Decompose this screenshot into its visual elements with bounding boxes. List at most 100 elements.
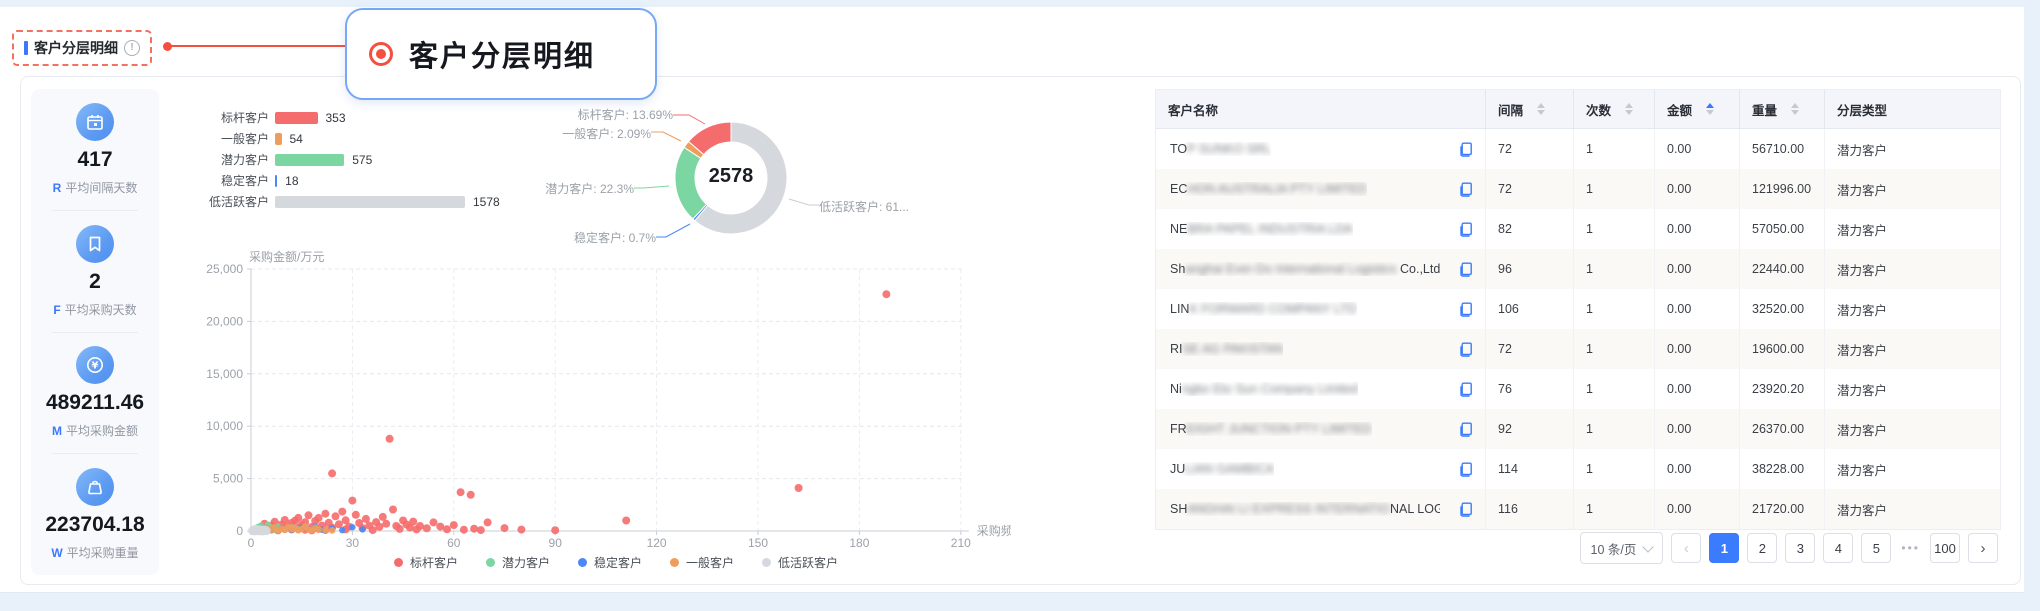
customer-name-cell: ECHON AUSTRALIA PTY LIMITED: [1156, 169, 1486, 209]
sort-carets[interactable]: [1625, 103, 1633, 115]
table-body: TOP SUNKO SRL7210.0056710.00潜力客户ECHON AU…: [1156, 129, 2000, 529]
legend-label: 标杆客户: [410, 554, 458, 571]
cell-interval: 76: [1486, 369, 1574, 409]
customer-doc-icon[interactable]: [1459, 222, 1473, 237]
customer-doc-icon[interactable]: [1459, 462, 1473, 477]
customer-name: LINK FORWARD COMPANY LTD: [1170, 302, 1357, 316]
page-button-4[interactable]: 4: [1823, 533, 1853, 563]
kpi-label: R平均间隔天数: [53, 179, 138, 196]
sort-carets[interactable]: [1791, 103, 1799, 115]
svg-text:¥: ¥: [92, 361, 99, 372]
legend-item-潜力客户[interactable]: 潜力客户: [486, 554, 550, 571]
column-header-次数[interactable]: 次数: [1574, 90, 1655, 128]
cell-weight: 56710.00: [1740, 129, 1825, 169]
column-header-label: 金额: [1667, 100, 1692, 119]
column-header-客户名称: 客户名称: [1156, 90, 1486, 128]
cell-times: 1: [1574, 209, 1655, 249]
column-header-重量[interactable]: 重量: [1740, 90, 1825, 128]
sort-carets[interactable]: [1706, 103, 1714, 115]
svg-text:10,000: 10,000: [206, 419, 243, 433]
next-page-button[interactable]: ›: [1968, 533, 1998, 563]
page-button-1[interactable]: 1: [1709, 533, 1739, 563]
svg-text:25,000: 25,000: [206, 262, 243, 276]
page-button-5[interactable]: 5: [1861, 533, 1891, 563]
customer-name-cell: FREIGHT JUNCTION PTY LIMITED: [1156, 409, 1486, 449]
bar-value: 54: [290, 132, 303, 146]
weight-icon: [76, 468, 114, 506]
svg-text:15,000: 15,000: [206, 367, 243, 381]
sort-caret-up-icon[interactable]: [1791, 103, 1799, 108]
page-size-select[interactable]: 10 条/页: [1580, 532, 1664, 564]
bar-row-2: 潜力客户575: [181, 149, 611, 170]
legend-item-一般客户[interactable]: 一般客户: [670, 554, 734, 571]
customer-doc-icon[interactable]: [1459, 502, 1473, 517]
cell-tier: 潜力客户: [1825, 329, 2000, 369]
cell-interval: 116: [1486, 489, 1574, 529]
customer-doc-icon[interactable]: [1459, 262, 1473, 277]
cell-amount: 0.00: [1655, 209, 1740, 249]
column-header-间隔[interactable]: 间隔: [1486, 90, 1574, 128]
customer-doc-icon[interactable]: [1459, 182, 1473, 197]
redacted-name-part: ngbo Eto Sun Company Limited: [1182, 382, 1359, 396]
bar-rect: [275, 112, 318, 124]
sort-caret-down-icon[interactable]: [1706, 110, 1714, 115]
legend-item-低活跃客户[interactable]: 低活跃客户: [762, 554, 838, 571]
page-size-label: 10 条/页: [1591, 539, 1637, 558]
customer-doc-icon[interactable]: [1459, 302, 1473, 317]
page-button-3[interactable]: 3: [1785, 533, 1815, 563]
page-button-2[interactable]: 2: [1747, 533, 1777, 563]
table-header: 客户名称间隔次数金额重量分层类型: [1156, 90, 2000, 129]
column-header-label: 次数: [1586, 100, 1611, 119]
cell-amount: 0.00: [1655, 329, 1740, 369]
sort-caret-up-icon[interactable]: [1706, 103, 1714, 108]
customer-name-cell: JULIAN GAMBICA: [1156, 449, 1486, 489]
sort-caret-down-icon[interactable]: [1625, 110, 1633, 115]
donut-total: 2578: [646, 165, 816, 188]
svg-text:0: 0: [248, 536, 255, 550]
table-row: NEBRA PAPEL INDUSTRIA LDA8210.0057050.00…: [1156, 209, 2000, 249]
bar-value: 575: [352, 153, 372, 167]
cell-tier: 潜力客户: [1825, 249, 2000, 289]
sort-caret-up-icon[interactable]: [1625, 103, 1633, 108]
customer-doc-icon[interactable]: [1459, 342, 1473, 357]
cell-weight: 21720.00: [1740, 489, 1825, 529]
annotation-callout: 客户分层明细: [345, 8, 657, 100]
info-icon[interactable]: !: [124, 40, 140, 56]
kpi-item-W: 223704.18W平均采购重量: [45, 468, 144, 561]
cell-interval: 72: [1486, 329, 1574, 369]
cell-tier: 潜力客户: [1825, 209, 2000, 249]
cell-amount: 0.00: [1655, 129, 1740, 169]
column-header-金额[interactable]: 金额: [1655, 90, 1740, 128]
cell-amount: 0.00: [1655, 369, 1740, 409]
svg-text:0: 0: [236, 524, 243, 538]
sort-caret-down-icon[interactable]: [1537, 110, 1545, 115]
redacted-name-part: LIAN GAMBICA: [1185, 462, 1274, 476]
cell-interval: 92: [1486, 409, 1574, 449]
customer-doc-icon[interactable]: [1459, 382, 1473, 397]
customer-doc-icon[interactable]: [1459, 422, 1473, 437]
scatter-legend: 标杆客户 潜力客户 稳定客户 一般客户 低活跃客户: [231, 554, 1001, 571]
column-header-label: 客户名称: [1168, 100, 1218, 119]
table-row: SHANGHAI LI EXPRESS INTERNATIONAL LOG116…: [1156, 489, 2000, 529]
kpi-item-R: 417R平均间隔天数: [53, 103, 138, 196]
customer-name-cell: NEBRA PAPEL INDUSTRIA LDA: [1156, 209, 1486, 249]
prev-page-button[interactable]: ‹: [1671, 533, 1701, 563]
donut-leader-line: [789, 199, 819, 205]
bookmark-icon: [76, 225, 114, 263]
legend-item-稳定客户[interactable]: 稳定客户: [578, 554, 642, 571]
kpi-item-M: ¥489211.46M平均采购金额: [46, 346, 144, 439]
customer-doc-icon[interactable]: [1459, 142, 1473, 157]
cell-interval: 72: [1486, 129, 1574, 169]
cell-amount: 0.00: [1655, 169, 1740, 209]
kpi-letter: R: [53, 181, 62, 195]
legend-dot: [762, 558, 771, 567]
field-label-box: 客户分层明细 !: [12, 30, 152, 66]
sort-caret-down-icon[interactable]: [1791, 110, 1799, 115]
legend-item-标杆客户[interactable]: 标杆客户: [394, 554, 458, 571]
pagination-ellipsis[interactable]: •••: [1899, 541, 1922, 555]
dashboard-card: 417R平均间隔天数2F平均采购天数¥489211.46M平均采购金额22370…: [20, 76, 2021, 585]
sort-caret-up-icon[interactable]: [1537, 103, 1545, 108]
table-row: ECHON AUSTRALIA PTY LIMITED7210.00121996…: [1156, 169, 2000, 209]
page-button-100[interactable]: 100: [1930, 533, 1960, 563]
sort-carets[interactable]: [1537, 103, 1545, 115]
